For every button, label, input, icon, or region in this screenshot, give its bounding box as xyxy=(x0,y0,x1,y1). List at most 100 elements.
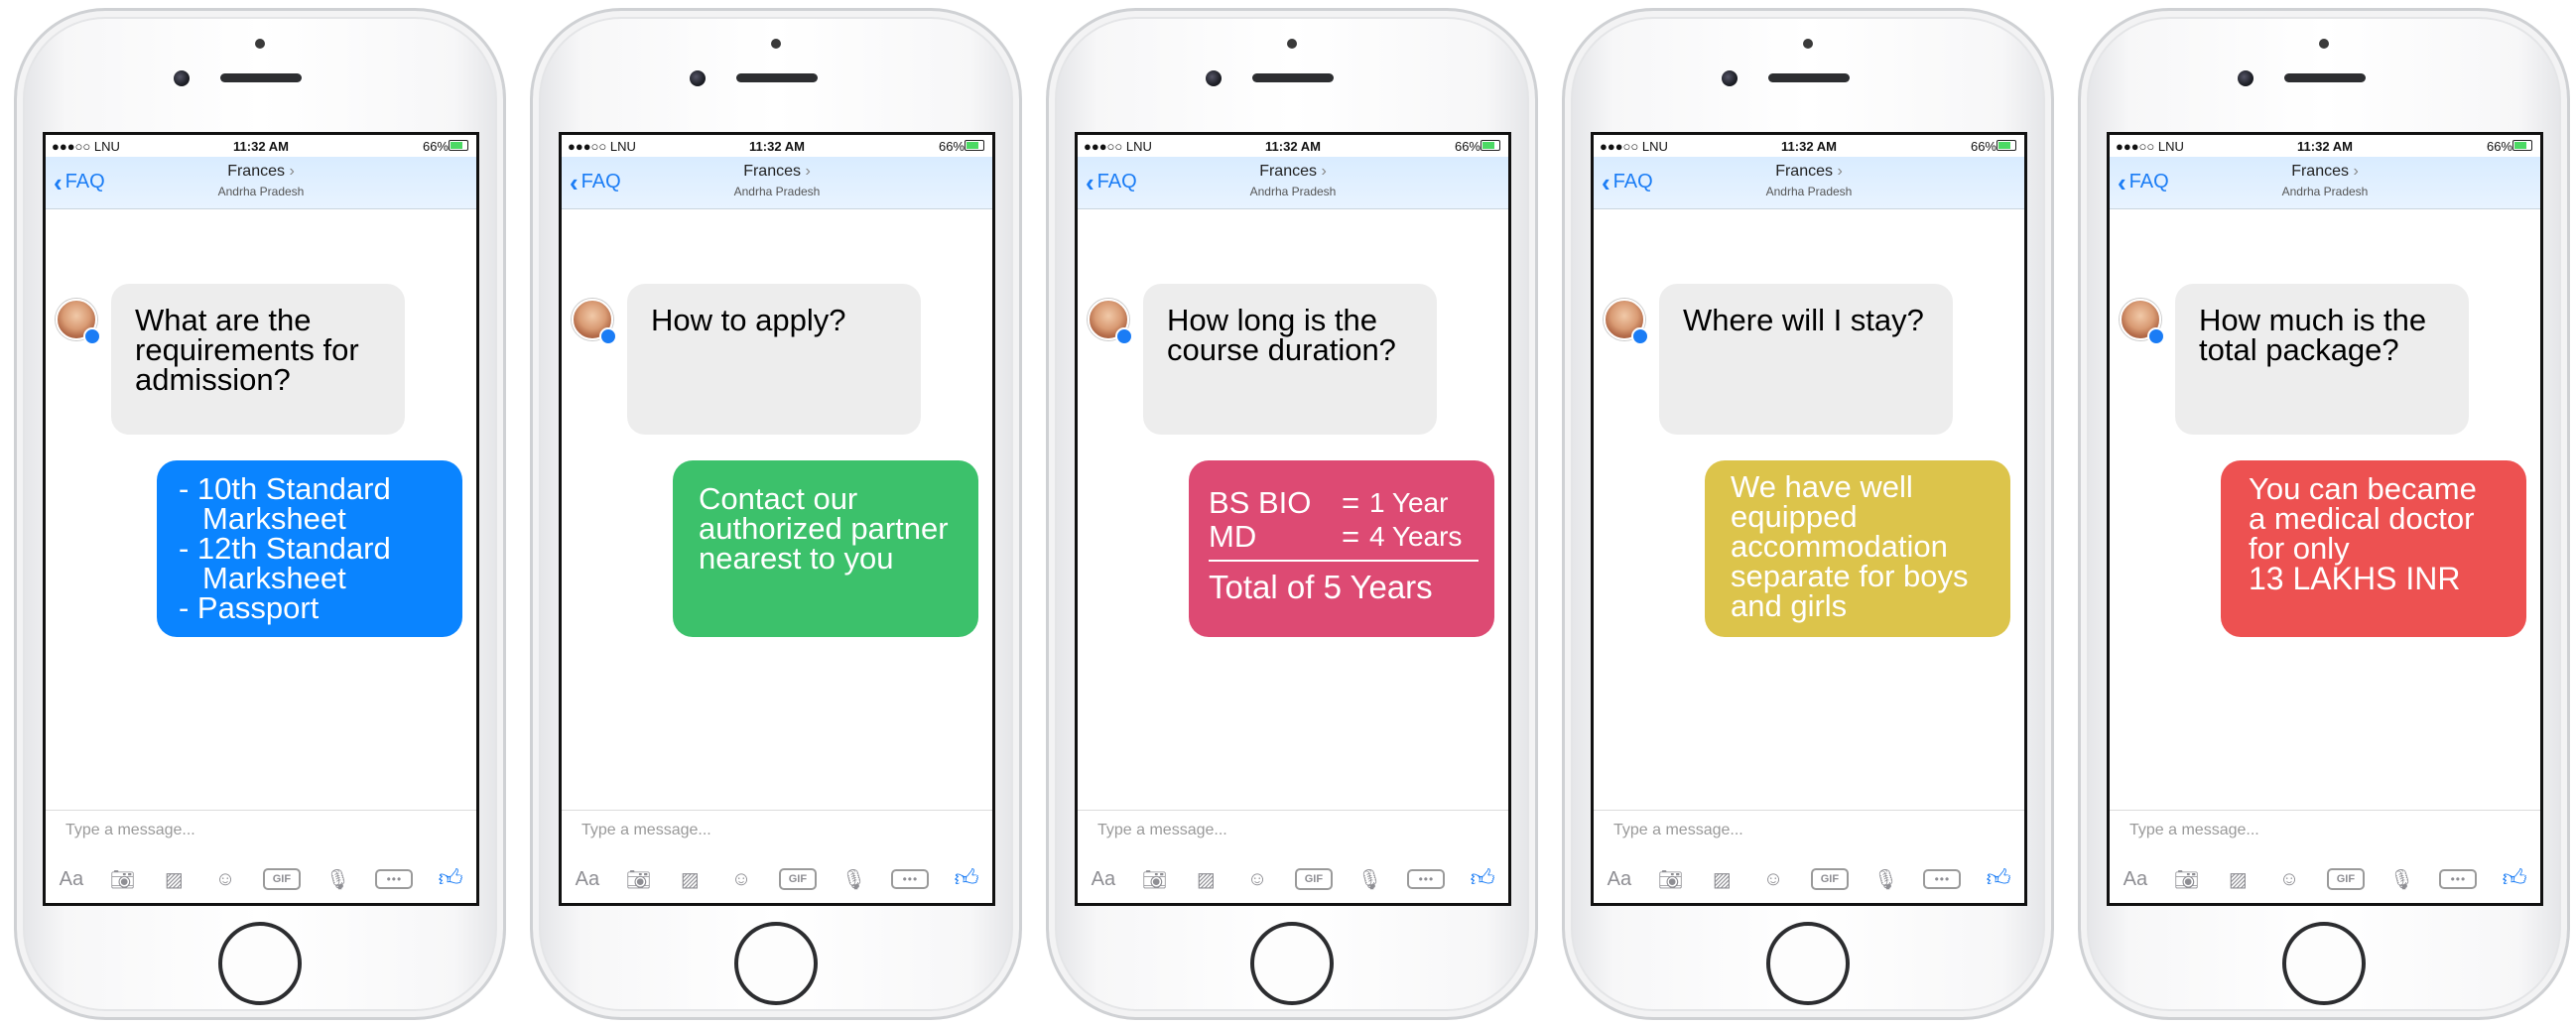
message-input[interactable]: Type a message... xyxy=(581,822,711,839)
emoji-icon[interactable]: ☺ xyxy=(1759,865,1787,893)
contact-name[interactable]: Frances › xyxy=(46,163,476,181)
contact-name[interactable]: Frances › xyxy=(562,163,992,181)
navigation-bar: ‹ FAQ Frances › Andrha Pradesh xyxy=(46,157,476,209)
message-input[interactable]: Type a message... xyxy=(1613,822,1743,839)
clock: 11:32 AM xyxy=(1781,139,1837,154)
phone-2: ●●●○○ LNU 11:32 AM 66% ‹ FAQ Frances › A… xyxy=(530,8,1022,1020)
camera-icon[interactable]: 📷︎ xyxy=(1141,865,1169,893)
more-icon[interactable]: ••• xyxy=(891,869,930,889)
home-button[interactable] xyxy=(218,922,302,1005)
message-input[interactable]: Type a message... xyxy=(65,822,195,839)
microphone-icon[interactable]: 🎙︎ xyxy=(2388,865,2416,893)
message-input[interactable]: Type a message... xyxy=(1097,822,1227,839)
gif-icon[interactable]: GIF xyxy=(778,868,817,890)
gif-icon[interactable]: GIF xyxy=(2326,868,2365,890)
gallery-icon[interactable]: ▨ xyxy=(160,865,188,893)
chevron-right-icon: › xyxy=(2353,163,2359,180)
emoji-icon[interactable]: ☺ xyxy=(1243,865,1271,893)
total-duration: Total of 5 Years xyxy=(1209,569,1433,605)
like-icon[interactable]: 👍︎ xyxy=(1985,865,2012,893)
home-button[interactable] xyxy=(2282,922,2366,1005)
phone-5: ●●●○○ LNU 11:32 AM 66% ‹ FAQ Frances › A… xyxy=(2078,8,2570,1020)
question-bubble: What are the requirements for admission? xyxy=(111,284,405,435)
proximity-sensor xyxy=(1287,39,1297,49)
clock: 11:32 AM xyxy=(749,139,805,154)
gif-icon[interactable]: GIF xyxy=(1294,868,1333,890)
earpiece-speaker xyxy=(1768,73,1850,82)
text-format-icon[interactable]: Aa xyxy=(574,865,601,893)
answer-bubble: - 10th Standard Marksheet - 12th Standar… xyxy=(157,460,462,637)
home-button[interactable] xyxy=(734,922,818,1005)
composer-toolbar: Aa 📷︎ ▨ ☺ GIF 🎙︎ ••• 👍︎ xyxy=(562,859,992,899)
more-icon[interactable]: ••• xyxy=(375,869,414,889)
gif-icon[interactable]: GIF xyxy=(262,868,301,890)
earpiece-speaker xyxy=(220,73,302,82)
more-icon[interactable]: ••• xyxy=(1923,869,1962,889)
navigation-bar: ‹ FAQ Frances › Andrha Pradesh xyxy=(1594,157,2024,209)
microphone-icon[interactable]: 🎙︎ xyxy=(1872,865,1900,893)
duration-value: 4 Years xyxy=(1369,521,1463,552)
answer-line: - Passport xyxy=(179,590,320,625)
answer-line: Marksheet xyxy=(202,501,346,536)
battery-percent: 66% xyxy=(1970,139,1996,154)
emoji-icon[interactable]: ☺ xyxy=(211,865,239,893)
camera-icon[interactable]: 📷︎ xyxy=(625,865,653,893)
like-icon[interactable]: 👍︎ xyxy=(437,865,464,893)
gallery-icon[interactable]: ▨ xyxy=(676,865,704,893)
like-icon[interactable]: 👍︎ xyxy=(953,865,980,893)
answer-line: 13 LAKHS INR xyxy=(2249,561,2461,596)
like-icon[interactable]: 👍︎ xyxy=(2501,865,2528,893)
more-icon[interactable]: ••• xyxy=(2439,869,2478,889)
microphone-icon[interactable]: 🎙︎ xyxy=(1356,865,1384,893)
question-bubble: How long is the course duration? xyxy=(1143,284,1437,435)
microphone-icon[interactable]: 🎙︎ xyxy=(840,865,868,893)
contact-name[interactable]: Frances › xyxy=(1594,163,2024,181)
composer-toolbar: Aa 📷︎ ▨ ☺ GIF 🎙︎ ••• 👍︎ xyxy=(46,859,476,899)
microphone-icon[interactable]: 🎙︎ xyxy=(324,865,352,893)
front-camera xyxy=(174,70,190,86)
gallery-icon[interactable]: ▨ xyxy=(1708,865,1736,893)
contact-subtitle: Andrha Pradesh xyxy=(1249,185,1337,198)
camera-icon[interactable]: 📷︎ xyxy=(1657,865,1685,893)
composer-divider xyxy=(1594,810,2024,811)
camera-icon[interactable]: 📷︎ xyxy=(109,865,137,893)
text-format-icon[interactable]: Aa xyxy=(2122,865,2149,893)
like-icon[interactable]: 👍︎ xyxy=(1469,865,1496,893)
gif-icon[interactable]: GIF xyxy=(1810,868,1849,890)
messenger-badge-icon xyxy=(1115,327,1133,345)
clock: 11:32 AM xyxy=(233,139,289,154)
emoji-icon[interactable]: ☺ xyxy=(727,865,755,893)
phone-1: ●●●○○ LNU 11:32 AM 66% ‹ FAQ Frances › A… xyxy=(14,8,506,1020)
gallery-icon[interactable]: ▨ xyxy=(2224,865,2252,893)
messenger-badge-icon xyxy=(599,327,617,345)
front-camera xyxy=(1206,70,1222,86)
battery-percent: 66% xyxy=(938,139,965,154)
earpiece-speaker xyxy=(736,73,818,82)
contact-name[interactable]: Frances › xyxy=(2110,163,2540,181)
emoji-icon[interactable]: ☺ xyxy=(2275,865,2303,893)
question-bubble: How to apply? xyxy=(627,284,921,435)
text-format-icon[interactable]: Aa xyxy=(1606,865,1633,893)
status-bar: ●●●○○ LNU 11:32 AM 66% xyxy=(562,135,992,157)
camera-icon[interactable]: 📷︎ xyxy=(2173,865,2201,893)
phones-row: ●●●○○ LNU 11:32 AM 66% ‹ FAQ Frances › A… xyxy=(0,0,2576,1027)
message-input[interactable]: Type a message... xyxy=(2129,822,2259,839)
answer-bubble: You can became a medical doctor for only… xyxy=(2221,460,2526,637)
text-format-icon[interactable]: Aa xyxy=(58,865,85,893)
status-bar: ●●●○○ LNU 11:32 AM 66% xyxy=(1594,135,2024,157)
chevron-right-icon: › xyxy=(805,163,811,180)
composer-toolbar: Aa 📷︎ ▨ ☺ GIF 🎙︎ ••• 👍︎ xyxy=(2110,859,2540,899)
home-button[interactable] xyxy=(1766,922,1850,1005)
more-icon[interactable]: ••• xyxy=(1407,869,1446,889)
duration-value: 1 Year xyxy=(1369,487,1449,518)
answer-line: for only xyxy=(2249,531,2350,566)
text-format-icon[interactable]: Aa xyxy=(1090,865,1117,893)
contact-subtitle: Andrha Pradesh xyxy=(2281,185,2369,198)
battery-icon xyxy=(2512,140,2532,151)
gallery-icon[interactable]: ▨ xyxy=(1192,865,1220,893)
screen: ●●●○○ LNU 11:32 AM 66% ‹ FAQ Frances › A… xyxy=(2107,132,2543,906)
home-button[interactable] xyxy=(1250,922,1334,1005)
phone-4: ●●●○○ LNU 11:32 AM 66% ‹ FAQ Frances › A… xyxy=(1562,8,2054,1020)
contact-name[interactable]: Frances › xyxy=(1078,163,1508,181)
composer-divider xyxy=(46,810,476,811)
